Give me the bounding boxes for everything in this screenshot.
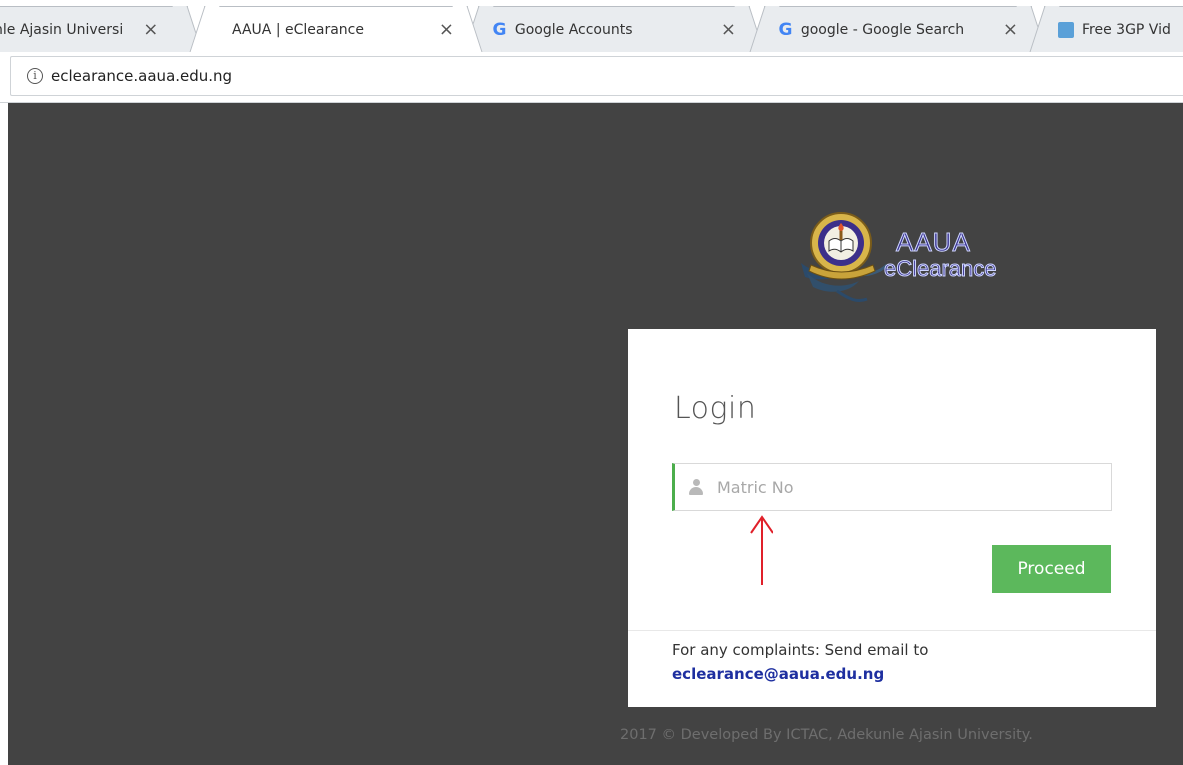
complaints-email-link[interactable]: eclearance@aaua.edu.ng xyxy=(672,665,884,683)
proceed-button[interactable]: Proceed xyxy=(992,545,1111,593)
tab-label: Free 3GP Vid xyxy=(1082,21,1171,38)
tab-label: AAUA | eClearance xyxy=(232,21,364,38)
url-field[interactable]: i eclearance.aaua.edu.ng xyxy=(10,56,1183,96)
matric-no-field[interactable] xyxy=(672,463,1112,511)
complaints-text: For any complaints: Send email to xyxy=(672,641,929,659)
google-icon: G xyxy=(492,19,507,40)
page-background: AAUA eClearance Login Proceed For any co… xyxy=(8,103,1183,765)
tab-label: google - Google Search xyxy=(800,21,965,38)
red-arrow-annotation xyxy=(750,515,773,585)
tab-free-3gp[interactable]: Free 3GP Vid xyxy=(1029,6,1183,52)
tab-aaua-eclearance[interactable]: AAUA | eClearance × xyxy=(189,6,483,52)
login-title: Login xyxy=(674,391,757,426)
logo-title: AAUA xyxy=(896,227,971,258)
image-icon xyxy=(1058,21,1074,38)
google-icon: G xyxy=(778,19,793,40)
url-text[interactable]: eclearance.aaua.edu.ng xyxy=(51,67,232,85)
tab-google-search[interactable]: G google - Google Search × xyxy=(749,6,1047,52)
tab-adekunle-ajasin[interactable]: nle Ajasin Universi × xyxy=(0,6,203,52)
logo-subtitle: eClearance xyxy=(884,256,998,282)
footer-copyright: 2017 © Developed By ICTAC, Adekunle Ajas… xyxy=(620,727,1033,743)
login-card: Login Proceed For any complaints: Send e… xyxy=(628,329,1156,707)
address-bar: i eclearance.aaua.edu.ng xyxy=(0,52,1183,103)
info-icon[interactable]: i xyxy=(27,68,43,84)
user-icon xyxy=(689,479,703,495)
close-icon[interactable]: × xyxy=(143,19,158,40)
close-icon[interactable]: × xyxy=(439,19,454,40)
close-icon[interactable]: × xyxy=(1003,19,1018,40)
close-icon[interactable]: × xyxy=(721,19,736,40)
divider xyxy=(628,630,1156,631)
tab-label: nle Ajasin Universi xyxy=(0,21,124,38)
tab-google-accounts[interactable]: G Google Accounts × xyxy=(463,6,765,52)
browser-tabstrip: nle Ajasin Universi × AAUA | eClearance … xyxy=(0,0,1183,52)
tab-label: Google Accounts xyxy=(514,21,633,38)
matric-no-input[interactable] xyxy=(715,476,1079,498)
